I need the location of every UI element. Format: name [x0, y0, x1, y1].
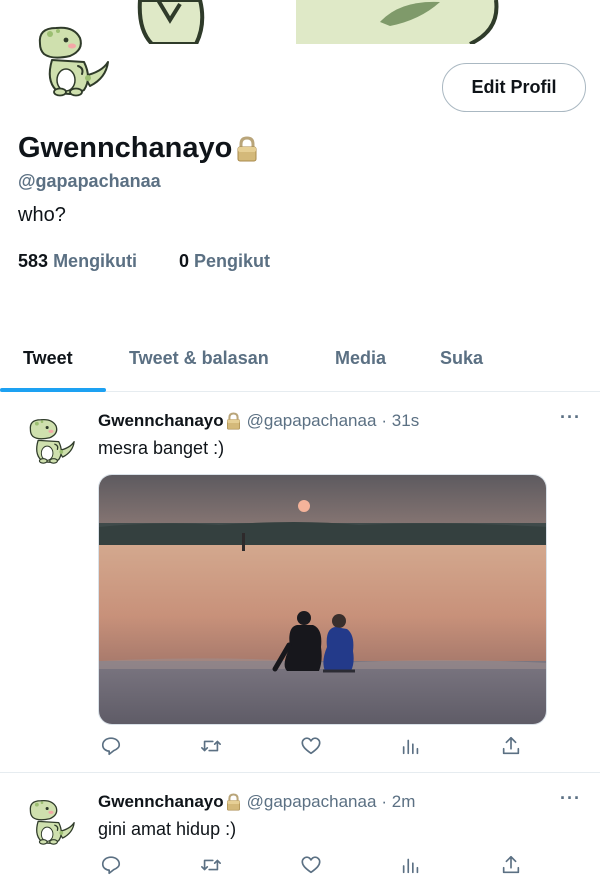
active-tab-indicator [0, 388, 106, 392]
following-link[interactable]: 583 Mengikuti [18, 251, 137, 272]
display-name-text: Gwennchanayo [18, 132, 233, 164]
profile-display-name: Gwennchanayo [18, 132, 258, 165]
profile-bio: who? [18, 204, 66, 226]
reply-icon[interactable] [100, 735, 126, 761]
tweet-card[interactable]: Gwennchanayo @gapapachanaa · 2m ··· gini… [0, 774, 600, 881]
tweet-text: gini amat hidup :) [98, 819, 237, 839]
tweet-timestamp[interactable]: · 2m [381, 792, 415, 812]
followers-count: 0 [179, 251, 190, 271]
tab-tweet[interactable]: Tweet [23, 348, 73, 369]
tweet-author-name[interactable]: Gwennchanayo [98, 792, 224, 812]
following-count: 583 [18, 251, 49, 271]
sunset-beach-photo-icon [99, 475, 546, 724]
tweet-header: Gwennchanayo @gapapachanaa · 2m [98, 792, 415, 812]
lock-icon [236, 136, 258, 162]
share-icon[interactable] [500, 854, 526, 880]
profile-avatar[interactable] [30, 22, 114, 100]
lock-icon [226, 793, 241, 811]
tweet-actions [98, 854, 528, 880]
profile-handle: @gapapachanaa [18, 171, 161, 191]
lock-icon [226, 412, 241, 430]
like-icon[interactable] [300, 854, 326, 880]
tweet-card[interactable]: Gwennchanayo @gapapachanaa · 31s ··· mes… [0, 393, 600, 773]
more-options-icon[interactable]: ··· [560, 407, 581, 428]
reply-icon[interactable] [100, 854, 126, 880]
like-icon[interactable] [300, 735, 326, 761]
tab-media[interactable]: Media [335, 348, 386, 369]
following-label: Mengikuti [53, 251, 138, 271]
tweet-avatar[interactable] [24, 796, 78, 848]
retweet-icon[interactable] [200, 854, 226, 880]
tweet-photo[interactable] [98, 474, 547, 725]
followers-label: Pengikut [194, 251, 271, 271]
analytics-icon[interactable] [400, 854, 426, 880]
tweet-author-name[interactable]: Gwennchanayo [98, 411, 224, 431]
tweet-author-handle[interactable]: @gapapachanaa [247, 411, 377, 431]
tweet-text: mesra banget :) [98, 438, 225, 458]
tweet-actions [98, 735, 528, 761]
retweet-icon[interactable] [200, 735, 226, 761]
tweet-author-handle[interactable]: @gapapachanaa [247, 792, 377, 812]
more-options-icon[interactable]: ··· [560, 788, 581, 809]
tweet-avatar[interactable] [24, 415, 78, 467]
share-icon[interactable] [500, 735, 526, 761]
tab-tweet-replies[interactable]: Tweet & balasan [129, 348, 269, 369]
tweet-header: Gwennchanayo @gapapachanaa · 31s [98, 411, 419, 431]
tweet-timestamp[interactable]: · 31s [381, 411, 419, 431]
analytics-icon[interactable] [400, 735, 426, 761]
followers-link[interactable]: 0 Pengikut [179, 251, 270, 272]
profile-tabs: Tweet Tweet & balasan Media Suka [0, 330, 600, 392]
edit-profile-button[interactable]: Edit Profil [442, 63, 586, 112]
tab-likes[interactable]: Suka [440, 348, 483, 369]
